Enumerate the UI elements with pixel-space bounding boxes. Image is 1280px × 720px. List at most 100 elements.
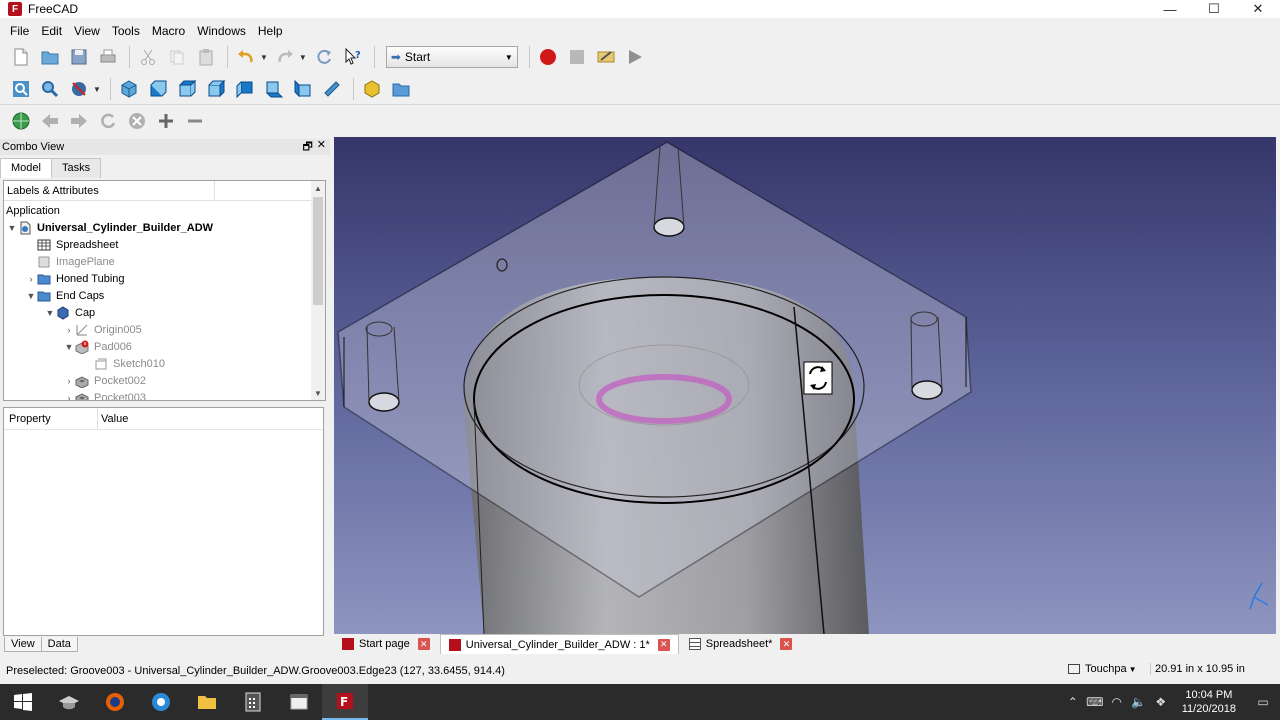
doc-tab-cylinder-builder[interactable]: Universal_Cylinder_Builder_ADW : 1* ✕ (439, 634, 679, 654)
navigation-style-selector[interactable]: Touchpa ▼ (1068, 663, 1137, 675)
taskbar-firefox[interactable] (92, 684, 138, 720)
print-button[interactable] (95, 44, 121, 70)
open-button[interactable] (37, 44, 63, 70)
zoom-in-button[interactable] (153, 108, 179, 134)
tree-item[interactable]: ▼ Cap (44, 304, 95, 321)
draw-style-button[interactable] (66, 76, 92, 102)
tree-item[interactable]: ▼ Universal_Cylinder_Builder_ADW (6, 219, 213, 236)
cut-button[interactable] (135, 44, 161, 70)
tab-tasks[interactable]: Tasks (50, 158, 102, 178)
tree-item[interactable]: › Pocket003 (63, 389, 146, 401)
3d-viewport[interactable] (334, 137, 1276, 634)
web-stop-button[interactable] (124, 108, 150, 134)
web-refresh-button[interactable] (95, 108, 121, 134)
redo-dropdown-icon[interactable]: ▼ (299, 53, 307, 62)
menu-tools[interactable]: Tools (106, 24, 146, 38)
close-tab-icon[interactable]: ✕ (657, 638, 670, 651)
maximize-button[interactable]: ☐ (1192, 0, 1236, 18)
show-hidden-icons-icon[interactable]: ⌃ (1062, 695, 1084, 709)
web-back-button[interactable] (37, 108, 63, 134)
view-top-button[interactable] (174, 76, 200, 102)
collapsed-arrow-icon[interactable]: › (63, 393, 75, 401)
macro-edit-button[interactable] (593, 44, 619, 70)
taskbar-app-window[interactable] (276, 684, 322, 720)
float-panel-icon[interactable]: 🗗 (302, 138, 312, 157)
collapsed-arrow-icon[interactable]: › (25, 274, 37, 284)
tree-item[interactable]: ▼ Pad006 (63, 338, 132, 355)
doc-tab-spreadsheet[interactable]: Spreadsheet* ✕ (681, 634, 801, 654)
create-part-button[interactable] (359, 76, 385, 102)
tree-item[interactable]: Application (6, 202, 60, 219)
collapsed-arrow-icon[interactable]: › (63, 325, 75, 335)
taskbar-clock[interactable]: 10:04 PM 11/20/2018 (1182, 688, 1236, 716)
close-panel-icon[interactable]: ✕ (317, 138, 326, 157)
minimize-button[interactable]: — (1148, 0, 1192, 18)
tree-item[interactable]: ImagePlane (25, 253, 115, 270)
undo-button[interactable] (233, 44, 259, 70)
whats-this-button[interactable]: ? (340, 44, 366, 70)
save-button[interactable] (66, 44, 92, 70)
tree-scrollbar[interactable]: ▲ ▼ (311, 181, 325, 400)
create-group-button[interactable] (388, 76, 414, 102)
redo-button[interactable] (272, 44, 298, 70)
expanded-arrow-icon[interactable]: ▼ (25, 291, 37, 301)
tab-view[interactable]: View (4, 637, 42, 652)
scroll-up-icon[interactable]: ▲ (311, 181, 325, 195)
scroll-thumb[interactable] (313, 197, 323, 305)
macro-execute-button[interactable] (622, 44, 648, 70)
view-rear-button[interactable] (232, 76, 258, 102)
undo-dropdown-icon[interactable]: ▼ (260, 53, 268, 62)
web-forward-button[interactable] (66, 108, 92, 134)
tree-item[interactable]: Sketch010 (82, 355, 165, 372)
menu-macro[interactable]: Macro (146, 24, 191, 38)
taskbar-freecad[interactable]: F (322, 684, 368, 720)
tree-item[interactable]: ▼ End Caps (25, 287, 105, 304)
close-tab-icon[interactable]: ✕ (417, 638, 430, 650)
view-front-button[interactable] (145, 76, 171, 102)
start-menu-button[interactable] (0, 684, 46, 720)
copy-button[interactable] (164, 44, 190, 70)
expanded-arrow-icon[interactable]: ▼ (44, 308, 56, 318)
volume-icon[interactable]: 🔈 (1128, 695, 1150, 709)
measure-distance-button[interactable] (319, 76, 345, 102)
taskbar-file-explorer[interactable] (184, 684, 230, 720)
refresh-button[interactable] (311, 44, 337, 70)
fit-selection-button[interactable] (37, 76, 63, 102)
view-bottom-button[interactable] (261, 76, 287, 102)
doc-tab-start-page[interactable]: Start page ✕ (334, 634, 438, 654)
web-home-button[interactable] (8, 108, 34, 134)
wifi-icon[interactable]: ◠ (1106, 695, 1128, 709)
dropbox-icon[interactable]: ❖ (1150, 695, 1172, 709)
view-isometric-button[interactable] (116, 76, 142, 102)
scroll-down-icon[interactable]: ▼ (311, 386, 325, 400)
taskbar-app-hat[interactable] (46, 684, 92, 720)
menu-view[interactable]: View (68, 24, 106, 38)
expanded-arrow-icon[interactable]: ▼ (63, 342, 75, 352)
collapsed-arrow-icon[interactable]: › (63, 376, 75, 386)
taskbar-calculator[interactable] (230, 684, 276, 720)
macro-stop-button[interactable] (564, 44, 590, 70)
expanded-arrow-icon[interactable]: ▼ (6, 223, 18, 233)
input-method-icon[interactable]: ⌨ (1084, 695, 1106, 709)
tree-item[interactable]: › Honed Tubing (25, 270, 125, 287)
menu-file[interactable]: File (4, 24, 35, 38)
workbench-selector[interactable]: ➡ Start ▼ (385, 46, 518, 68)
paste-button[interactable] (193, 44, 219, 70)
view-left-button[interactable] (290, 76, 316, 102)
tab-model[interactable]: Model (0, 158, 52, 178)
menu-edit[interactable]: Edit (35, 24, 68, 38)
fit-all-button[interactable] (8, 76, 34, 102)
taskbar-app-chat[interactable] (138, 684, 184, 720)
close-tab-icon[interactable]: ✕ (780, 638, 793, 650)
tab-data[interactable]: Data (40, 637, 78, 652)
draw-style-dropdown-icon[interactable]: ▼ (93, 85, 101, 94)
view-right-button[interactable] (203, 76, 229, 102)
tree-item[interactable]: Spreadsheet (25, 236, 118, 253)
new-document-button[interactable] (8, 44, 34, 70)
zoom-out-button[interactable] (182, 108, 208, 134)
macro-record-button[interactable] (535, 44, 561, 70)
notification-icon[interactable]: ▭ (1246, 695, 1280, 709)
menu-help[interactable]: Help (252, 24, 289, 38)
tree-item[interactable]: › Origin005 (63, 321, 142, 338)
menu-windows[interactable]: Windows (191, 24, 252, 38)
